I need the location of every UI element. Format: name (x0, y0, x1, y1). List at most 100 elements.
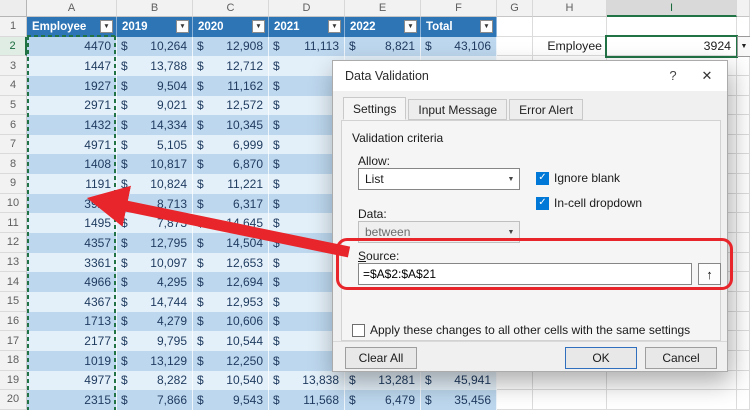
row-header-17[interactable]: 17 (0, 331, 27, 351)
cell-d20[interactable]: $11,568 (269, 390, 345, 410)
row-header-16[interactable]: 16 (0, 312, 27, 332)
cell-a9[interactable]: 1191 (27, 174, 117, 194)
cell-b6[interactable]: $14,334 (117, 115, 193, 135)
cell-a14[interactable]: 4966 (27, 272, 117, 292)
cell-b13[interactable]: $10,097 (117, 253, 193, 273)
ok-button[interactable]: OK (565, 347, 637, 369)
row-header-18[interactable]: 18 (0, 351, 27, 371)
table-header-2021[interactable]: 2021▼ (269, 17, 345, 37)
cell-b19[interactable]: $8,282 (117, 371, 193, 391)
cell-g1[interactable] (497, 17, 533, 37)
cell-a16[interactable]: 1713 (27, 312, 117, 332)
cell-j19[interactable] (737, 371, 750, 391)
filter-dropdown-icon[interactable]: ▼ (100, 20, 113, 33)
cancel-button[interactable]: Cancel (645, 347, 717, 369)
cell-e2[interactable]: $8,821 (345, 37, 421, 57)
row-header-1[interactable]: 1 (0, 17, 27, 37)
filter-dropdown-icon[interactable]: ▼ (480, 20, 493, 33)
cell-c12[interactable]: $14,504 (193, 233, 269, 253)
collapse-dialog-button[interactable]: ↑ (698, 263, 721, 285)
cell-i19[interactable] (607, 371, 737, 391)
cell-j18[interactable] (737, 351, 750, 371)
cell-c16[interactable]: $10,606 (193, 312, 269, 332)
cell-c17[interactable]: $10,544 (193, 331, 269, 351)
cell-j16[interactable] (737, 312, 750, 332)
cell-g2[interactable] (497, 37, 533, 57)
cell-j15[interactable] (737, 292, 750, 312)
cell-b10[interactable]: $8,713 (117, 194, 193, 214)
cell-j10[interactable] (737, 194, 750, 214)
cell-b5[interactable]: $9,021 (117, 96, 193, 116)
tab-settings[interactable]: Settings (343, 97, 406, 120)
column-header-j-partial[interactable] (737, 0, 750, 17)
table-header-2022[interactable]: 2022▼ (345, 17, 421, 37)
cell-a11[interactable]: 1495 (27, 213, 117, 233)
cell-b7[interactable]: $5,105 (117, 135, 193, 155)
cell-b17[interactable]: $9,795 (117, 331, 193, 351)
cell-c3[interactable]: $12,712 (193, 56, 269, 76)
cell-f2[interactable]: $43,106 (421, 37, 497, 57)
cell-j4[interactable] (737, 76, 750, 96)
cell-b16[interactable]: $4,279 (117, 312, 193, 332)
row-header-6[interactable]: 6 (0, 115, 27, 135)
cell-j1[interactable] (737, 17, 750, 37)
cell-a3[interactable]: 1447 (27, 56, 117, 76)
cell-d2[interactable]: $11,113 (269, 37, 345, 57)
cell-b11[interactable]: $7,873 (117, 213, 193, 233)
row-header-15[interactable]: 15 (0, 292, 27, 312)
column-header-a[interactable]: A (27, 0, 117, 17)
cell-a12[interactable]: 4357 (27, 233, 117, 253)
cell-c11[interactable]: $14,645 (193, 213, 269, 233)
cell-a10[interactable]: 3924 (27, 194, 117, 214)
cell-b4[interactable]: $9,504 (117, 76, 193, 96)
table-header-2019[interactable]: 2019▼ (117, 17, 193, 37)
cell-f20[interactable]: $35,456 (421, 390, 497, 410)
row-header-20[interactable]: 20 (0, 390, 27, 410)
column-header-h[interactable]: H (533, 0, 607, 17)
cell-a17[interactable]: 2177 (27, 331, 117, 351)
dialog-titlebar[interactable]: Data Validation ? ✕ (333, 61, 727, 91)
cell-c18[interactable]: $12,250 (193, 351, 269, 371)
cell-b2[interactable]: $10,264 (117, 37, 193, 57)
cell-j17[interactable] (737, 331, 750, 351)
cell-a19[interactable]: 4977 (27, 371, 117, 391)
row-header-10[interactable]: 10 (0, 194, 27, 214)
close-button[interactable]: ✕ (699, 68, 715, 84)
row-header-8[interactable]: 8 (0, 154, 27, 174)
cell-b12[interactable]: $12,795 (117, 233, 193, 253)
chevron-down-icon[interactable]: ▼ (503, 169, 519, 189)
column-header-d[interactable]: D (269, 0, 345, 17)
cell-j7[interactable] (737, 135, 750, 155)
cell-c7[interactable]: $6,999 (193, 135, 269, 155)
source-input[interactable] (358, 263, 692, 285)
in-cell-dropdown-button[interactable]: ▼ (737, 36, 750, 57)
filter-dropdown-icon[interactable]: ▼ (176, 20, 189, 33)
column-header-i[interactable]: I (607, 0, 737, 17)
table-header-total[interactable]: Total▼ (421, 17, 497, 37)
cell-h1[interactable] (533, 17, 607, 37)
row-header-19[interactable]: 19 (0, 371, 27, 391)
cell-a15[interactable]: 4367 (27, 292, 117, 312)
filter-dropdown-icon[interactable]: ▼ (252, 20, 265, 33)
cell-g20[interactable] (497, 390, 533, 410)
cell-a7[interactable]: 4971 (27, 135, 117, 155)
row-header-2[interactable]: 2 (0, 37, 27, 57)
row-header-7[interactable]: 7 (0, 135, 27, 155)
cell-i20[interactable] (607, 390, 737, 410)
row-header-5[interactable]: 5 (0, 96, 27, 116)
cell-h19[interactable] (533, 371, 607, 391)
cell-j3[interactable] (737, 56, 750, 76)
cell-a6[interactable]: 1432 (27, 115, 117, 135)
row-header-11[interactable]: 11 (0, 213, 27, 233)
cell-i1[interactable] (607, 17, 737, 37)
cell-c6[interactable]: $10,345 (193, 115, 269, 135)
cell-c19[interactable]: $10,540 (193, 371, 269, 391)
help-button[interactable]: ? (665, 68, 681, 83)
cell-b8[interactable]: $10,817 (117, 154, 193, 174)
cell-a2[interactable]: 4470 (27, 37, 117, 57)
select-all-corner[interactable] (0, 0, 27, 17)
cell-c13[interactable]: $12,653 (193, 253, 269, 273)
cell-j14[interactable] (737, 272, 750, 292)
cell-j20[interactable] (737, 390, 750, 410)
cell-a5[interactable]: 2971 (27, 96, 117, 116)
